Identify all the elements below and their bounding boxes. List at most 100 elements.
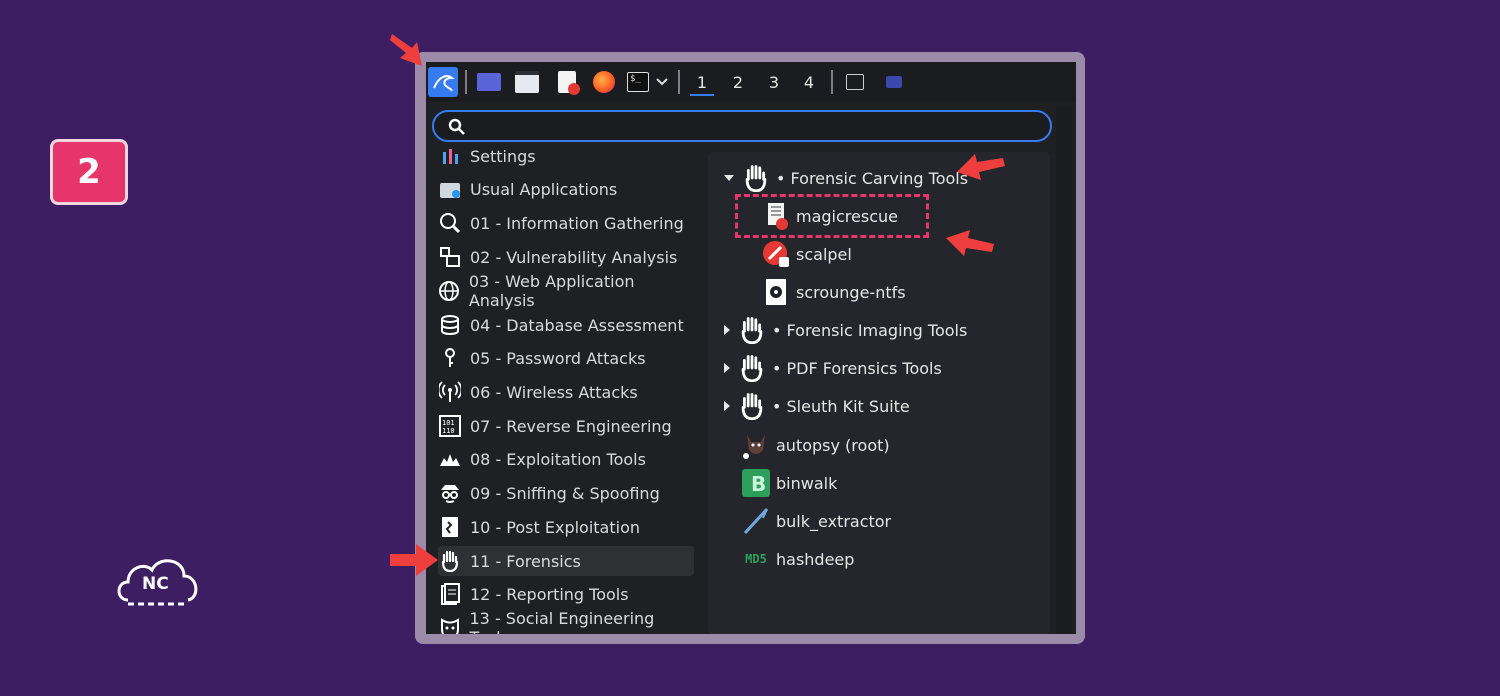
annotation-arrow [390, 544, 438, 576]
md5-badge: MD5 [745, 552, 767, 566]
category-sniffing-spoofing[interactable]: 09 - Sniffing & Spoofing [438, 478, 694, 508]
category-password-attacks[interactable]: 05 - Password Attacks [438, 343, 694, 373]
folder-icon [438, 177, 462, 201]
scalpel-icon [760, 238, 792, 270]
category-label: 03 - Web Application Analysis [468, 272, 635, 310]
bulk-extractor-icon [740, 505, 772, 537]
door-icon [438, 515, 462, 539]
category-web-application-analysis[interactable]: 03 - Web Application Analysis [438, 272, 694, 310]
category-list: Settings Usual Applications 01 - Informa… [426, 147, 706, 634]
scrollbar[interactable] [1056, 106, 1072, 634]
category-wireless-attacks[interactable]: 06 - Wireless Attacks [438, 377, 694, 407]
expand-arrow-icon[interactable] [724, 401, 730, 411]
group-forensic-imaging-tools[interactable]: • Forensic Imaging Tools [724, 314, 967, 346]
category-forensics[interactable]: 11 - Forensics [438, 546, 694, 576]
mask-icon [438, 616, 462, 634]
hand-icon [736, 390, 768, 422]
category-usual-applications[interactable]: Usual Applications [438, 174, 694, 204]
step-number-badge: 2 [50, 139, 128, 205]
category-settings[interactable]: Settings [438, 141, 694, 171]
workspace-3[interactable]: 3 [762, 70, 786, 94]
category-label: 06 - Wireless Attacks [470, 382, 638, 402]
tool-binwalk[interactable]: B binwalk [740, 467, 837, 499]
category-post-exploitation[interactable]: 10 - Post Exploitation [438, 512, 694, 542]
category-vulnerability-analysis[interactable]: 02 - Vulnerability Analysis [438, 242, 694, 272]
globe-icon [438, 279, 461, 303]
tool-label: hashdeep [776, 549, 855, 569]
expand-arrow-icon[interactable] [724, 363, 730, 373]
group-forensic-carving-tools[interactable]: • Forensic Carving Tools [724, 162, 968, 194]
tool-label: scrounge-ntfs [796, 282, 906, 302]
category-label: 13 - Social Engineering Tools [469, 609, 655, 634]
category-label: 09 - Sniffing & Spoofing [470, 483, 660, 503]
terminal-window-icon[interactable] [844, 70, 866, 94]
category-database-assessment[interactable]: 04 - Database Assessment [438, 310, 694, 340]
category-label: 01 - Information Gathering [470, 213, 684, 233]
binwalk-icon: B [740, 467, 772, 499]
autopsy-dog-icon [740, 429, 772, 461]
category-label: 05 - Password Attacks [470, 348, 646, 368]
chevron-down-icon[interactable] [654, 70, 670, 94]
category-label: 08 - Exploitation Tools [470, 449, 646, 469]
folder-window-icon[interactable] [883, 70, 905, 94]
scrounge-icon [760, 276, 792, 308]
category-label: Usual Applications [470, 179, 618, 199]
category-social-engineering[interactable]: 13 - Social Engineering Tools [438, 609, 694, 634]
tool-label: binwalk [776, 473, 838, 493]
tool-autopsy[interactable]: autopsy (root) [740, 429, 890, 461]
logo-text: NC [142, 574, 169, 594]
kali-menu-button[interactable] [428, 67, 458, 97]
highlight-box [735, 194, 929, 238]
tool-scrounge-ntfs[interactable]: scrounge-ntfs [760, 276, 906, 308]
kali-desktop-screen: $_ 1 2 3 4 Settings Usual Applications 0… [426, 62, 1076, 634]
firefox-icon[interactable] [591, 70, 617, 94]
wireless-icon [438, 380, 462, 404]
category-label: Settings [470, 146, 536, 166]
tool-label: bulk_extractor [776, 511, 892, 531]
tool-bulk-extractor[interactable]: bulk_extractor [740, 505, 891, 537]
category-information-gathering[interactable]: 01 - Information Gathering [438, 208, 694, 238]
category-reverse-engineering[interactable]: 101 110 07 - Reverse Engineering [438, 411, 694, 441]
group-label: • Forensic Carving Tools [776, 168, 969, 188]
expand-arrow-icon[interactable] [724, 325, 730, 335]
workspace-4[interactable]: 4 [797, 70, 821, 94]
taskbar-separator [465, 70, 467, 94]
search-icon [448, 118, 465, 135]
category-reporting-tools[interactable]: 12 - Reporting Tools [438, 579, 694, 609]
binary-icon: 101 110 [438, 414, 462, 438]
magnifier-icon [438, 211, 462, 235]
menu-search-input[interactable] [432, 110, 1052, 142]
file-manager-icon[interactable] [514, 70, 540, 94]
category-label: 11 - Forensics [470, 551, 581, 571]
hand-icon [438, 549, 462, 573]
expand-arrow-icon[interactable] [724, 175, 734, 181]
text-editor-icon[interactable] [554, 70, 580, 95]
hand-icon [736, 314, 768, 346]
vulnerability-icon [438, 245, 462, 269]
group-sleuth-kit-suite[interactable]: • Sleuth Kit Suite [724, 390, 910, 422]
tool-scalpel[interactable]: scalpel [760, 238, 852, 270]
category-label: 04 - Database Assessment [470, 315, 684, 335]
taskbar: $_ 1 2 3 4 [426, 62, 1076, 102]
database-icon [438, 313, 462, 337]
workspace-1[interactable]: 1 [690, 70, 714, 96]
group-label: • PDF Forensics Tools [772, 358, 942, 378]
terminal-icon[interactable]: $_ [625, 70, 651, 94]
show-desktop-icon[interactable] [476, 70, 502, 94]
hashdeep-icon: MD5 [740, 543, 772, 575]
annotation-arrow [390, 34, 422, 66]
document-icon [438, 582, 462, 606]
workspace-2[interactable]: 2 [726, 70, 750, 94]
kali-dragon-icon [433, 75, 455, 92]
hand-icon [740, 162, 772, 194]
spy-icon [438, 481, 462, 505]
group-label: • Forensic Imaging Tools [772, 320, 968, 340]
tool-hashdeep[interactable]: MD5 hashdeep [740, 543, 854, 575]
group-label: • Sleuth Kit Suite [772, 396, 910, 416]
settings-icon [438, 144, 462, 168]
tool-label: scalpel [796, 244, 852, 264]
tool-label: autopsy (root) [776, 435, 890, 455]
category-exploitation-tools[interactable]: 08 - Exploitation Tools [438, 444, 694, 474]
svg-text:101: 101 [442, 419, 455, 427]
group-pdf-forensics-tools[interactable]: • PDF Forensics Tools [724, 352, 942, 384]
